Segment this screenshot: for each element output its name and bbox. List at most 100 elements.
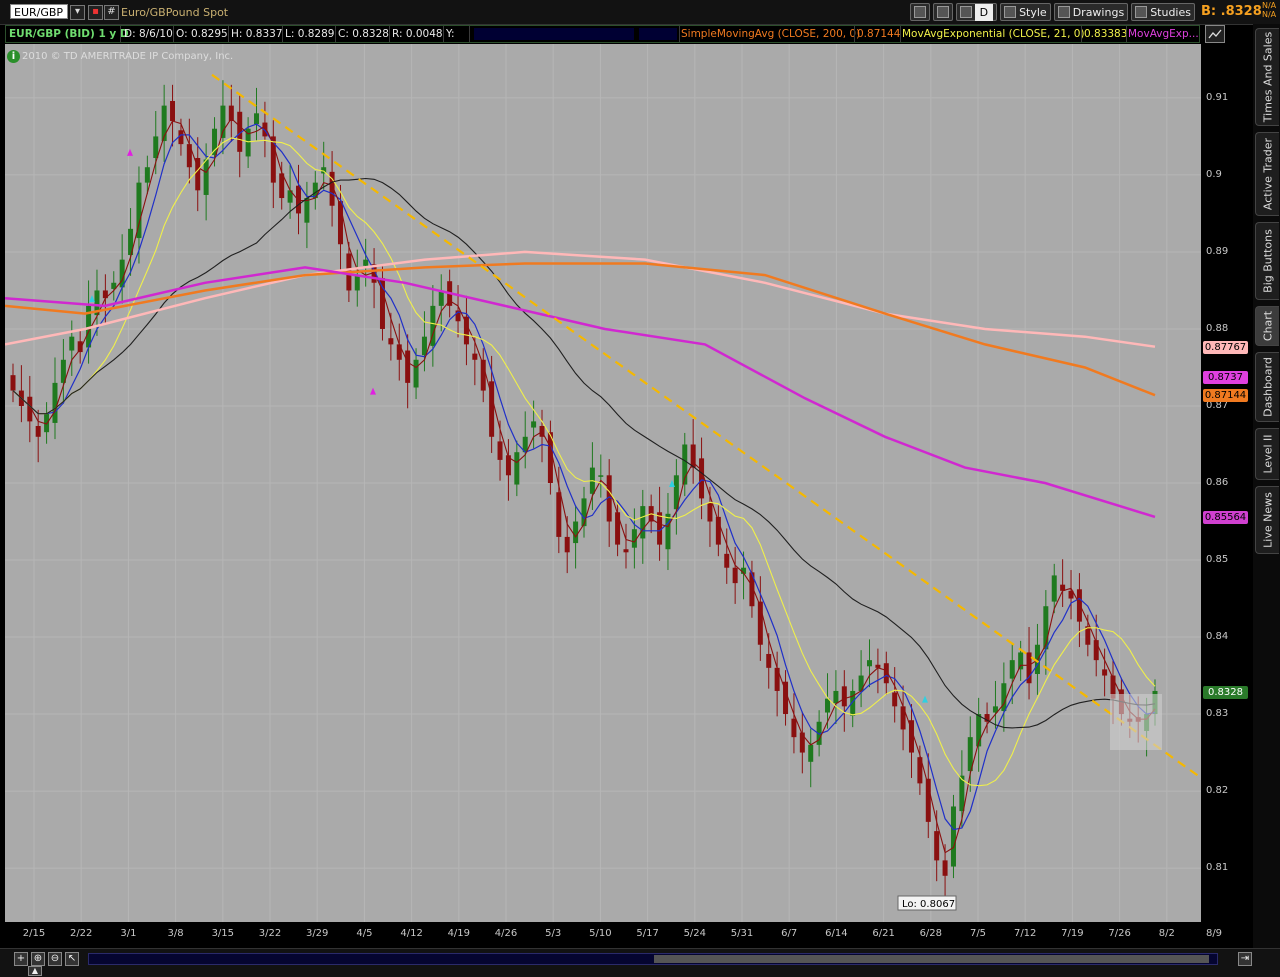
drawings-button[interactable]: Drawings bbox=[1053, 3, 1129, 21]
candle-body bbox=[35, 426, 41, 437]
y-tick-label: 0.85 bbox=[1206, 554, 1229, 566]
lo-label: Lo: 0.8067 bbox=[902, 899, 955, 910]
sidebar-tab-label: Active Trader bbox=[1261, 137, 1274, 211]
bar-range: R: 0.0048 bbox=[392, 28, 443, 40]
sidebar-tab-active-trader[interactable]: Active Trader bbox=[1255, 132, 1279, 216]
top-toolbar: EUR/GBP ▾ ▪ # Euro/GBPound Spot D Style … bbox=[0, 0, 1280, 25]
sidebar-tab-dashboard[interactable]: Dashboard bbox=[1255, 352, 1279, 422]
y-tick-label: 0.88 bbox=[1206, 322, 1229, 334]
candle-body bbox=[833, 690, 839, 704]
candle-body bbox=[841, 686, 847, 707]
bar-close: C: 0.8328 bbox=[338, 28, 389, 40]
na-indicator: N/A N/A bbox=[1262, 1, 1277, 19]
candle-body bbox=[69, 336, 75, 351]
x-tick-label: 4/19 bbox=[447, 928, 471, 939]
candle-body bbox=[707, 503, 713, 522]
x-tick-label: 7/26 bbox=[1108, 928, 1131, 939]
ohlc-status-bar: EUR/GBP (BID) 1 y D D: 8/6/10 O: 0.8295 … bbox=[5, 25, 1200, 43]
x-tick-label: 3/22 bbox=[258, 928, 282, 939]
chart-toolbar: D Style Drawings Studies bbox=[909, 3, 1195, 21]
symbol-input[interactable]: EUR/GBP bbox=[10, 4, 68, 19]
y-tick-label: 0.81 bbox=[1206, 862, 1229, 874]
trendline-dashed bbox=[211, 73, 1199, 777]
candle-body bbox=[732, 567, 738, 584]
time-scrollbar[interactable] bbox=[88, 953, 1218, 965]
candle-body bbox=[699, 458, 705, 499]
price-chart-area[interactable]: Lo: 0.8067 bbox=[5, 44, 1201, 922]
candle-body bbox=[942, 860, 948, 876]
style-button[interactable]: Style bbox=[1000, 3, 1051, 21]
x-tick-label: 5/31 bbox=[730, 928, 754, 939]
candlestick-chart[interactable]: Lo: 0.8067 bbox=[5, 44, 1201, 922]
zoom-tool-icon[interactable] bbox=[932, 3, 953, 21]
scroll-end-icon[interactable]: ⇥ bbox=[1238, 952, 1252, 966]
cursor-icon[interactable]: ↖ bbox=[65, 952, 79, 966]
candle-body bbox=[867, 660, 872, 667]
candle-body bbox=[170, 100, 176, 122]
sidebar-tab-times-and-sales[interactable]: Times And Sales bbox=[1255, 28, 1279, 126]
candle-body bbox=[354, 275, 360, 291]
candle-body bbox=[203, 159, 209, 195]
x-tick-label: 3/29 bbox=[305, 928, 329, 939]
sidebar-tab-level-ii[interactable]: Level II bbox=[1255, 428, 1279, 480]
candle-body bbox=[1018, 652, 1024, 670]
ma-blue-line bbox=[12, 123, 1156, 831]
sma-label: SimpleMovingAvg (CLOSE, 200, 0) bbox=[681, 28, 861, 40]
y-tick-label: 0.83 bbox=[1206, 708, 1229, 720]
flag-icon[interactable]: ▪ bbox=[88, 5, 103, 20]
expand-icon[interactable]: ▲ bbox=[28, 966, 42, 976]
candle-body bbox=[304, 198, 310, 223]
grid-hash-icon[interactable]: # bbox=[104, 5, 119, 20]
x-tick-label: 3/15 bbox=[211, 928, 235, 939]
sidebar-tab-big-buttons[interactable]: Big Buttons bbox=[1255, 222, 1279, 300]
signal-arrow-icon bbox=[922, 695, 928, 703]
scrollbar-thumb[interactable] bbox=[654, 955, 1209, 963]
x-tick-label: 6/21 bbox=[872, 928, 895, 939]
candle-body bbox=[388, 338, 394, 345]
candle-body bbox=[52, 382, 58, 423]
x-tick-label: 4/12 bbox=[400, 928, 423, 939]
zoom-out-icon[interactable]: ⊖ bbox=[48, 952, 62, 966]
candle-body bbox=[556, 492, 562, 537]
candle-body bbox=[363, 259, 369, 266]
x-tick-label: 5/3 bbox=[545, 928, 562, 939]
crosshair-icon[interactable]: + bbox=[14, 952, 28, 966]
pan-tool-icon[interactable] bbox=[909, 3, 930, 21]
candle-body bbox=[1009, 660, 1015, 679]
hidden-study-field bbox=[474, 28, 634, 40]
hidden-study-field-2 bbox=[639, 28, 677, 40]
info-icon[interactable]: i bbox=[7, 50, 20, 63]
period-button[interactable]: D bbox=[955, 3, 998, 21]
x-tick-label: 4/5 bbox=[356, 928, 373, 939]
bar-high: H: 0.8337 bbox=[231, 28, 283, 40]
bar-low: L: 0.8289 bbox=[285, 28, 335, 40]
candle-body bbox=[153, 136, 159, 158]
candle-body bbox=[421, 336, 427, 356]
sidebar-tab-live-news[interactable]: Live News bbox=[1255, 486, 1279, 554]
chart-symbol-label: EUR/GBP (BID) 1 y D bbox=[9, 28, 129, 40]
candle-body bbox=[1051, 575, 1057, 602]
zoom-in-icon[interactable]: ⊕ bbox=[31, 952, 45, 966]
chart-settings-button[interactable] bbox=[1205, 25, 1225, 43]
x-tick-label: 7/5 bbox=[969, 928, 987, 939]
candle-body bbox=[623, 549, 629, 553]
candle-body bbox=[413, 359, 419, 388]
sidebar-tab-chart[interactable]: Chart bbox=[1255, 306, 1279, 346]
symbol-dropdown-icon[interactable]: ▾ bbox=[70, 5, 85, 20]
y-tick-label: 0.9 bbox=[1206, 168, 1222, 180]
ma-pink-line bbox=[5, 250, 1156, 348]
x-tick-label: 7/19 bbox=[1061, 928, 1084, 939]
candle-body bbox=[472, 353, 478, 360]
x-tick-label: 6/28 bbox=[919, 928, 943, 939]
price-tag: 0.85564 bbox=[1203, 510, 1248, 524]
candle-body bbox=[1076, 589, 1082, 622]
candle-body bbox=[950, 806, 956, 867]
bar-y: Y: bbox=[446, 28, 455, 40]
candle-body bbox=[799, 732, 805, 753]
studies-icon bbox=[1135, 6, 1148, 18]
studies-button[interactable]: Studies bbox=[1131, 3, 1195, 21]
candle-body bbox=[615, 512, 621, 545]
candle-body bbox=[766, 653, 772, 668]
pencil-icon bbox=[1057, 6, 1070, 18]
x-tick-label: 7/12 bbox=[1013, 928, 1037, 939]
